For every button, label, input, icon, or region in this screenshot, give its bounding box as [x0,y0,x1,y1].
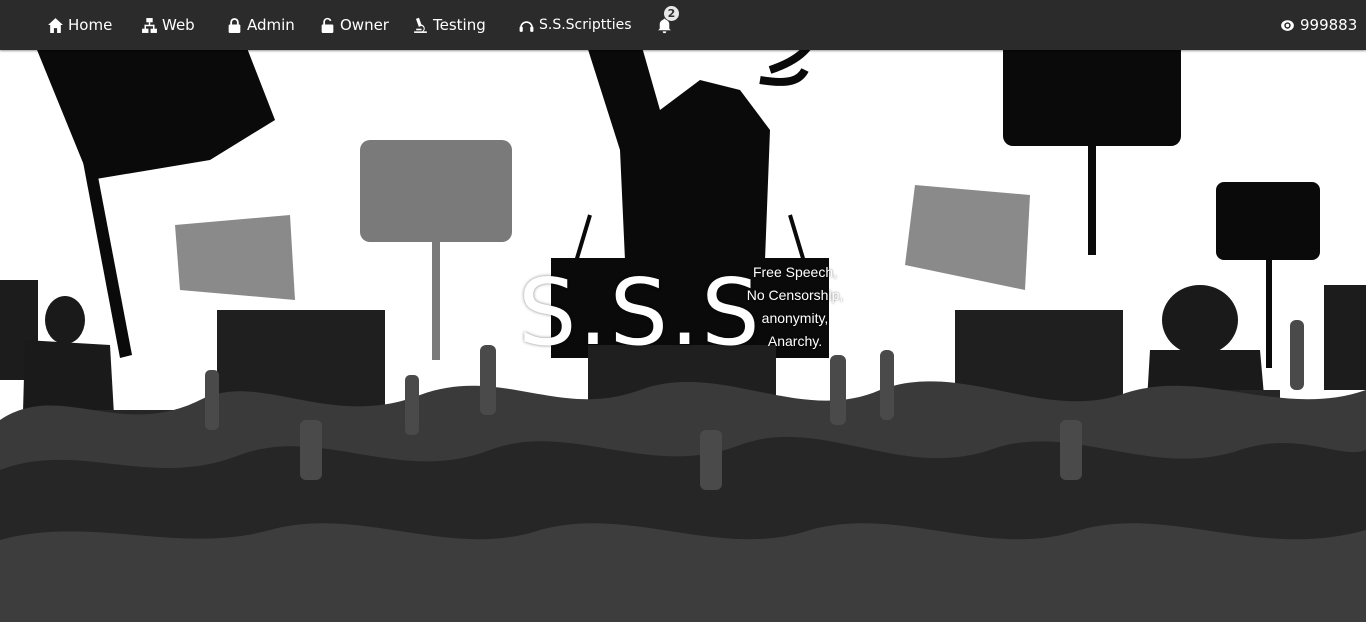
unlock-icon [318,16,336,34]
nav-testing-label: Testing [433,16,486,34]
nav-owner-label: Owner [340,16,389,34]
site-title: S.S.S [518,259,762,366]
eye-icon [1278,16,1296,34]
notification-count-badge: 2 [664,6,679,21]
headset-icon [517,16,535,34]
nav-web-label: Web [162,16,195,34]
nav-web[interactable]: Web [140,0,195,50]
slogan-item: No Censorship, [746,287,844,303]
nav-home-label: Home [68,16,113,34]
nav-home[interactable]: Home [46,0,112,50]
nav-admin-label: Admin [247,16,295,34]
sitemap-icon [140,16,158,34]
slogan-list: Free Speech, No Censorship, anonymity, A… [740,261,850,353]
lock-icon [225,16,243,34]
nav-owner[interactable]: Owner [318,0,389,50]
nav-admin[interactable]: Admin [225,0,295,50]
home-icon [46,16,64,34]
nav-ss-scriptties-label: S.S.Scriptties [539,17,632,33]
slogan-item: anonymity, [761,310,829,326]
slogan-item: Anarchy. [767,333,823,349]
nav-testing[interactable]: Testing [411,0,486,50]
top-navbar: Home Web Admin Owner Testing S.S.Scriptt… [0,0,1366,50]
hero-title-block: S.S.S Free Speech, No Censorship, anonym… [518,258,858,368]
user-id-label: 999883 [1300,16,1358,34]
microscope-icon [411,16,429,34]
slogan-item: Free Speech, [752,264,838,280]
notifications-button[interactable]: 2 [655,0,679,50]
nav-user-account[interactable]: 999883 [1278,0,1357,50]
nav-ss-scriptties[interactable]: S.S.Scriptties [517,0,632,50]
